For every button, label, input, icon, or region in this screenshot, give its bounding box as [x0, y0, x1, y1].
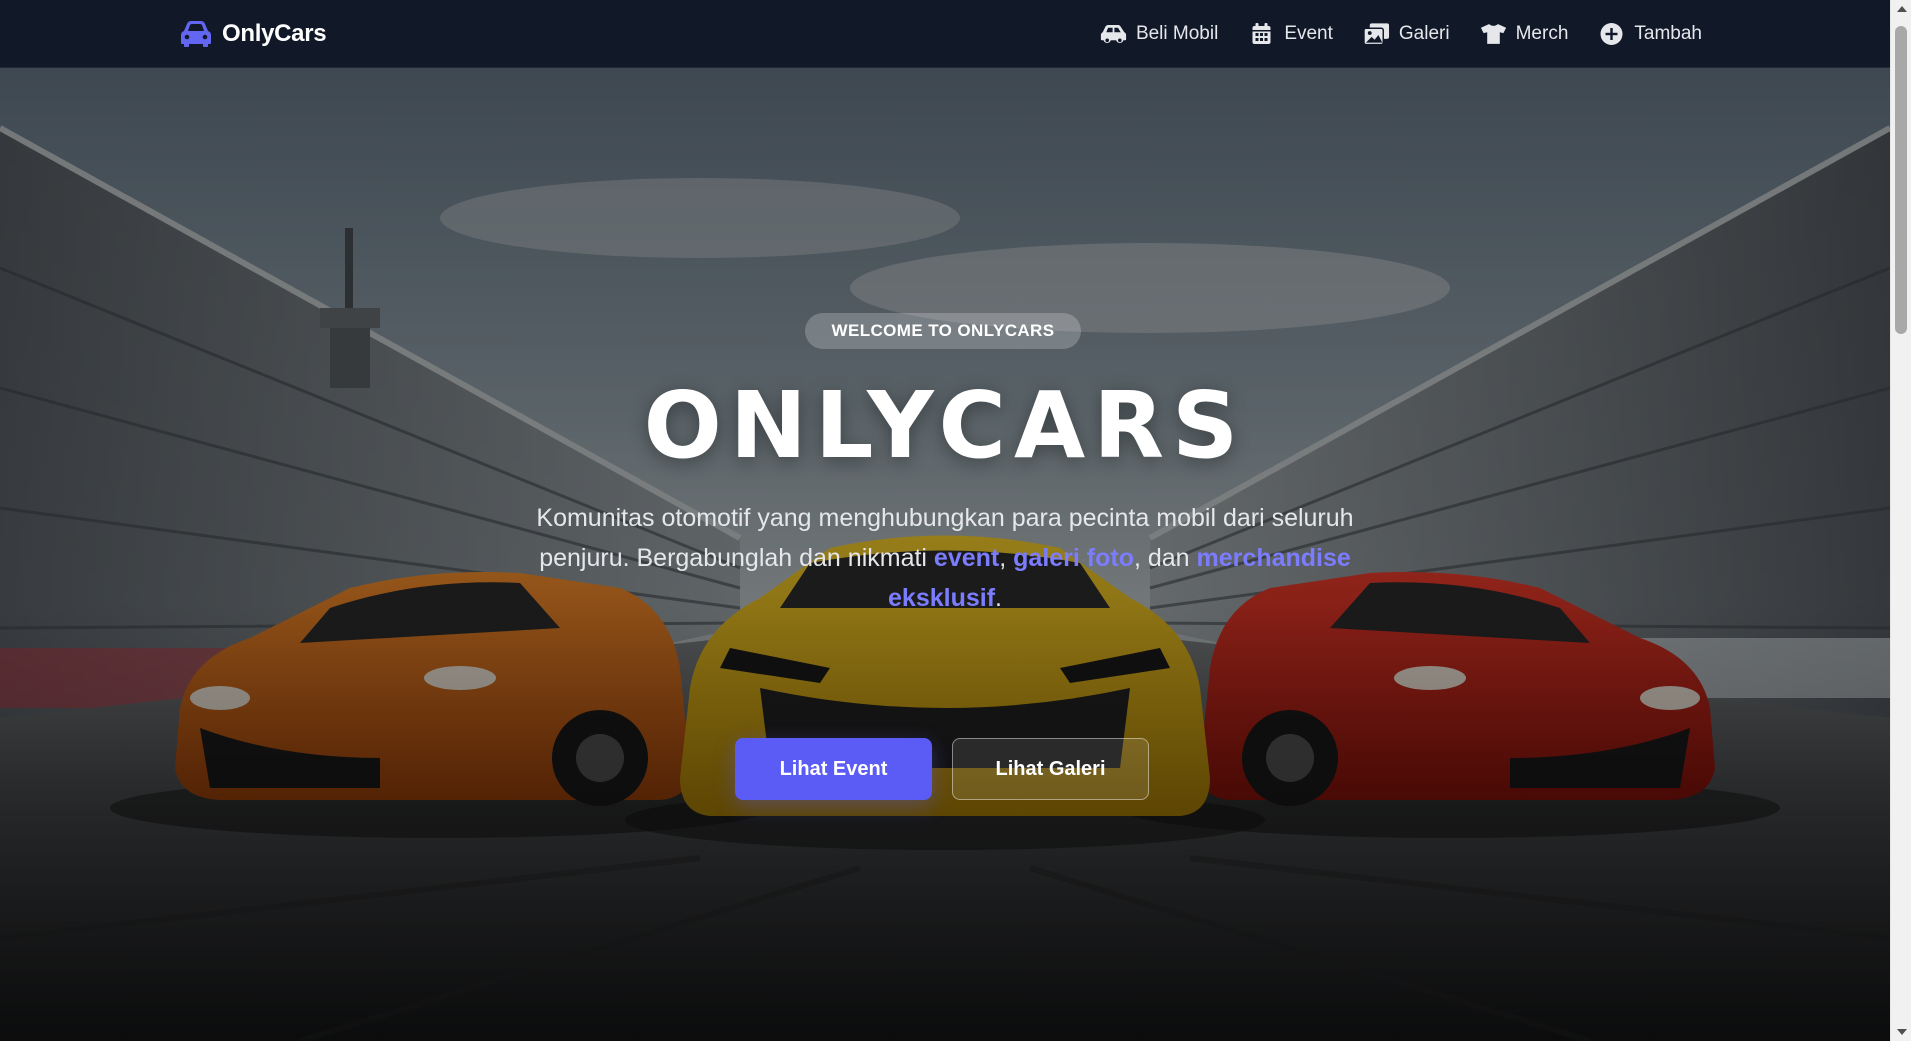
nav-item-beli-mobil[interactable]: Beli Mobil: [1100, 22, 1218, 46]
scroll-up-arrow-icon[interactable]: [1891, 0, 1911, 18]
navbar: OnlyCars Beli Mobil Event Galeri Merch T…: [0, 0, 1890, 68]
hero-title: ONLYCARS: [643, 372, 1247, 479]
scrollbar-thumb[interactable]: [1895, 26, 1907, 334]
hero-description: Komunitas otomotif yang menghubungkan pa…: [515, 498, 1375, 618]
nav-label: Beli Mobil: [1135, 23, 1219, 44]
images-icon: [1363, 22, 1390, 46]
scroll-down-arrow-icon[interactable]: [1891, 1023, 1911, 1041]
calendar-icon: [1248, 22, 1275, 46]
page-scrollbar[interactable]: [1890, 0, 1911, 1041]
highlight-galeri-foto: galeri foto: [1013, 544, 1134, 572]
car-side-icon: [1100, 22, 1127, 46]
car-icon: [180, 20, 212, 48]
highlight-event: event: [933, 544, 1000, 572]
welcome-badge: WELCOME TO ONLYCARS: [805, 313, 1081, 349]
nav-label: Galeri: [1398, 23, 1450, 44]
lihat-event-button[interactable]: Lihat Event: [735, 738, 932, 800]
nav-label: Event: [1284, 23, 1333, 44]
nav-item-galeri[interactable]: Galeri: [1363, 22, 1450, 46]
plus-circle-icon: [1598, 22, 1625, 46]
nav-label: Merch: [1515, 23, 1569, 44]
brand-name: OnlyCars: [222, 20, 327, 47]
shirt-icon: [1480, 22, 1507, 46]
nav-item-merch[interactable]: Merch: [1480, 22, 1569, 46]
nav-label: Tambah: [1634, 23, 1702, 44]
desc-sep: , dan: [1133, 544, 1197, 572]
brand-logo-link[interactable]: OnlyCars: [180, 0, 327, 68]
main-nav: Beli Mobil Event Galeri Merch Tambah: [1100, 0, 1702, 68]
nav-item-tambah[interactable]: Tambah: [1598, 22, 1702, 46]
desc-sep: ,: [999, 544, 1014, 572]
nav-item-event[interactable]: Event: [1248, 22, 1333, 46]
desc-end: .: [995, 584, 1002, 612]
lihat-galeri-button[interactable]: Lihat Galeri: [952, 738, 1149, 800]
